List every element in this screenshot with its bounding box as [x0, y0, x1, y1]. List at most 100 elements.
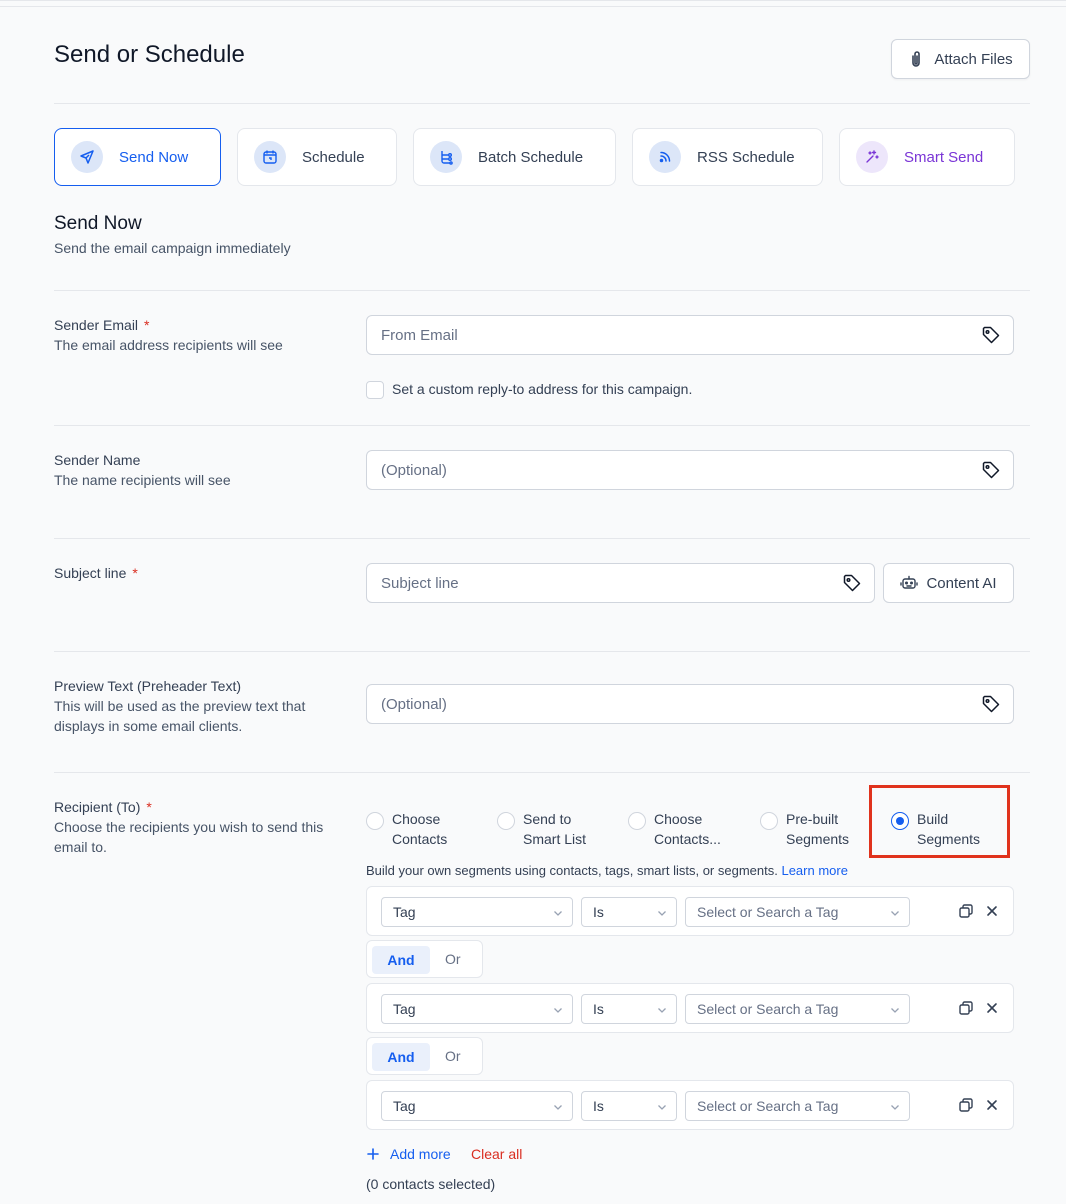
segment-operator-select[interactable]: Is	[581, 897, 677, 927]
segment-field-select[interactable]: Tag	[381, 1091, 573, 1121]
tab-batch-schedule[interactable]: Batch Schedule	[413, 128, 616, 186]
segment-value-select[interactable]: Select or Search a Tag	[685, 897, 910, 927]
content-ai-button[interactable]: Content AI	[883, 563, 1014, 603]
recipient-description: Choose the recipients you wish to send t…	[54, 819, 324, 855]
chevron-down-icon	[554, 911, 562, 916]
divider	[54, 772, 1030, 773]
divider	[54, 651, 1030, 652]
or-toggle-button[interactable]: Or	[445, 951, 461, 967]
segment-value-select[interactable]: Select or Search a Tag	[685, 994, 910, 1024]
sender-email-description: The email address recipients will see	[54, 337, 283, 353]
tab-label: Batch Schedule	[478, 148, 584, 166]
radio-prebuilt-segments[interactable]: Pre-built Segments	[760, 809, 849, 849]
add-more-button[interactable]: Add more	[366, 1146, 451, 1162]
preview-text-placeholder: (Optional)	[381, 695, 447, 713]
segment-operator-value: Is	[593, 1001, 604, 1017]
chevron-down-icon	[658, 1008, 666, 1013]
subject-line-input[interactable]: Subject line	[366, 563, 875, 603]
and-toggle-button[interactable]: And	[372, 1043, 430, 1071]
tab-schedule[interactable]: Schedule	[237, 128, 397, 186]
segment-value-placeholder: Select or Search a Tag	[697, 1098, 839, 1114]
close-icon[interactable]	[985, 1097, 999, 1113]
tag-icon[interactable]	[842, 573, 862, 593]
chevron-down-icon	[891, 1105, 899, 1110]
sender-email-label: Sender Email *	[54, 315, 150, 335]
radio-label-line2: Smart List	[523, 831, 587, 847]
segment-operator-value: Is	[593, 904, 604, 920]
and-or-toggle: And Or	[366, 940, 483, 978]
or-toggle-button[interactable]: Or	[445, 1048, 461, 1064]
subject-line-label-text: Subject line	[54, 565, 127, 581]
radio-label-line2: Segments	[786, 831, 850, 847]
preview-text-description: This will be used as the preview text th…	[54, 698, 306, 734]
segments-help-text: Build your own segments using contacts, …	[366, 863, 848, 878]
sender-email-label-text: Sender Email	[54, 317, 139, 333]
preview-text-input[interactable]: (Optional)	[366, 684, 1014, 724]
add-more-label: Add more	[390, 1146, 451, 1162]
radio-label: Pre-built Segments	[786, 809, 849, 849]
chevron-down-icon	[554, 1008, 562, 1013]
tab-label: RSS Schedule	[697, 148, 795, 166]
attach-files-label: Attach Files	[934, 50, 1013, 68]
tag-icon[interactable]	[981, 460, 1001, 480]
page: Send or Schedule Attach Files Send Now S…	[0, 0, 1066, 1204]
divider	[54, 538, 1030, 539]
required-marker: *	[132, 565, 138, 581]
recipient-label-text: Recipient (To)	[54, 799, 141, 815]
segment-field-select[interactable]: Tag	[381, 994, 573, 1024]
clear-all-button[interactable]: Clear all	[471, 1146, 522, 1162]
paperclip-icon	[912, 51, 921, 67]
tag-icon[interactable]	[981, 325, 1001, 345]
attach-files-button[interactable]: Attach Files	[891, 39, 1030, 79]
radio-send-to-smart-list[interactable]: Send to Smart List	[497, 809, 586, 849]
radio-circle[interactable]	[497, 812, 515, 830]
learn-more-link[interactable]: Learn more	[781, 863, 847, 878]
segment-row: Tag Is Select or Search a Tag	[366, 886, 1014, 936]
custom-reply-to-checkbox[interactable]	[366, 381, 384, 399]
robot-icon	[900, 575, 919, 589]
segment-value-placeholder: Select or Search a Tag	[697, 1001, 839, 1017]
copy-icon[interactable]	[958, 1000, 974, 1016]
sender-email-placeholder: From Email	[381, 326, 458, 344]
segment-field-value: Tag	[393, 1098, 416, 1114]
sender-name-label: Sender Name	[54, 452, 141, 468]
sender-name-input[interactable]: (Optional)	[366, 450, 1014, 490]
sender-email-input[interactable]: From Email	[366, 315, 1014, 355]
tab-label: Smart Send	[904, 148, 984, 166]
tag-icon[interactable]	[981, 694, 1001, 714]
close-icon[interactable]	[985, 903, 999, 919]
divider	[54, 290, 1030, 291]
preview-text-label: Preview Text (Preheader Text)	[54, 678, 242, 694]
copy-icon[interactable]	[958, 1097, 974, 1113]
send-icon	[71, 141, 103, 173]
radio-circle[interactable]	[366, 812, 384, 830]
radio-circle[interactable]	[628, 812, 646, 830]
section-title: Send Now	[54, 213, 142, 234]
close-icon[interactable]	[985, 1000, 999, 1016]
tab-smart-send[interactable]: Smart Send	[839, 128, 1015, 186]
tab-send-now[interactable]: Send Now	[54, 128, 221, 186]
subject-line-placeholder: Subject line	[381, 574, 459, 592]
segment-field-select[interactable]: Tag	[381, 897, 573, 927]
segment-value-select[interactable]: Select or Search a Tag	[685, 1091, 910, 1121]
copy-icon[interactable]	[958, 903, 974, 919]
chevron-down-icon	[658, 911, 666, 916]
radio-choose-contacts[interactable]: Choose Contacts	[366, 809, 447, 849]
radio-label: Choose Contacts	[392, 809, 447, 849]
radio-circle[interactable]	[760, 812, 778, 830]
segment-operator-select[interactable]: Is	[581, 1091, 677, 1121]
radio-choose-contacts-other[interactable]: Choose Contacts...	[628, 809, 721, 849]
and-toggle-button[interactable]: And	[372, 946, 430, 974]
recipient-label: Recipient (To) *	[54, 797, 152, 817]
divider	[54, 425, 1030, 426]
chevron-down-icon	[891, 1008, 899, 1013]
sparkle-icon	[856, 141, 888, 173]
chevron-down-icon	[658, 1105, 666, 1110]
and-or-toggle: And Or	[366, 1037, 483, 1075]
segment-row: Tag Is Select or Search a Tag	[366, 1080, 1014, 1130]
segment-operator-select[interactable]: Is	[581, 994, 677, 1024]
calendar-icon	[254, 141, 286, 173]
required-marker: *	[144, 317, 150, 333]
rss-icon	[649, 141, 681, 173]
tab-rss-schedule[interactable]: RSS Schedule	[632, 128, 823, 186]
